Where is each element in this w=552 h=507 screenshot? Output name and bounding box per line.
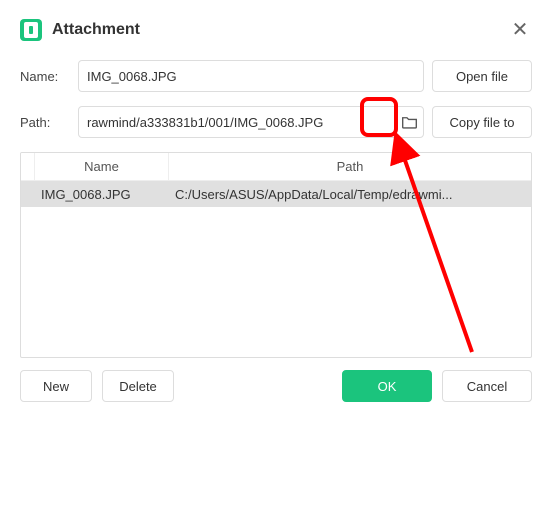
cell-path: C:/Users/ASUS/AppData/Local/Temp/edrawmi…: [169, 187, 531, 202]
folder-icon: [401, 115, 418, 129]
path-row: Path: rawmind/a333831b1/001/IMG_0068.JPG…: [20, 106, 532, 138]
cell-name: IMG_0068.JPG: [35, 187, 169, 202]
browse-button[interactable]: [395, 107, 423, 137]
cancel-button[interactable]: Cancel: [442, 370, 532, 402]
titlebar: Attachment ✕: [20, 18, 532, 42]
dialog-title: Attachment: [52, 21, 508, 39]
name-row: Name: IMG_0068.JPG Open file: [20, 60, 532, 92]
delete-button[interactable]: Delete: [102, 370, 174, 402]
table-header: Name Path: [21, 153, 531, 181]
copy-file-to-button[interactable]: Copy file to: [432, 106, 532, 138]
open-file-button[interactable]: Open file: [432, 60, 532, 92]
path-input-wrap: rawmind/a333831b1/001/IMG_0068.JPG: [78, 106, 424, 138]
path-input[interactable]: rawmind/a333831b1/001/IMG_0068.JPG: [79, 115, 395, 130]
path-label: Path:: [20, 115, 70, 130]
name-label: Name:: [20, 69, 70, 84]
footer: OK Cancel: [342, 370, 532, 402]
name-input[interactable]: IMG_0068.JPG: [78, 60, 424, 92]
ok-button[interactable]: OK: [342, 370, 432, 402]
file-table: Name Path IMG_0068.JPG C:/Users/ASUS/App…: [20, 152, 532, 358]
name-value: IMG_0068.JPG: [87, 69, 177, 84]
new-button[interactable]: New: [20, 370, 92, 402]
col-path-header[interactable]: Path: [169, 153, 531, 180]
attachment-dialog: Attachment ✕ Name: IMG_0068.JPG Open fil…: [0, 0, 552, 418]
table-corner: [21, 153, 35, 180]
table-row[interactable]: IMG_0068.JPG C:/Users/ASUS/AppData/Local…: [21, 181, 531, 207]
col-name-header[interactable]: Name: [35, 153, 169, 180]
app-icon: [20, 19, 42, 41]
close-icon[interactable]: ✕: [508, 18, 532, 42]
